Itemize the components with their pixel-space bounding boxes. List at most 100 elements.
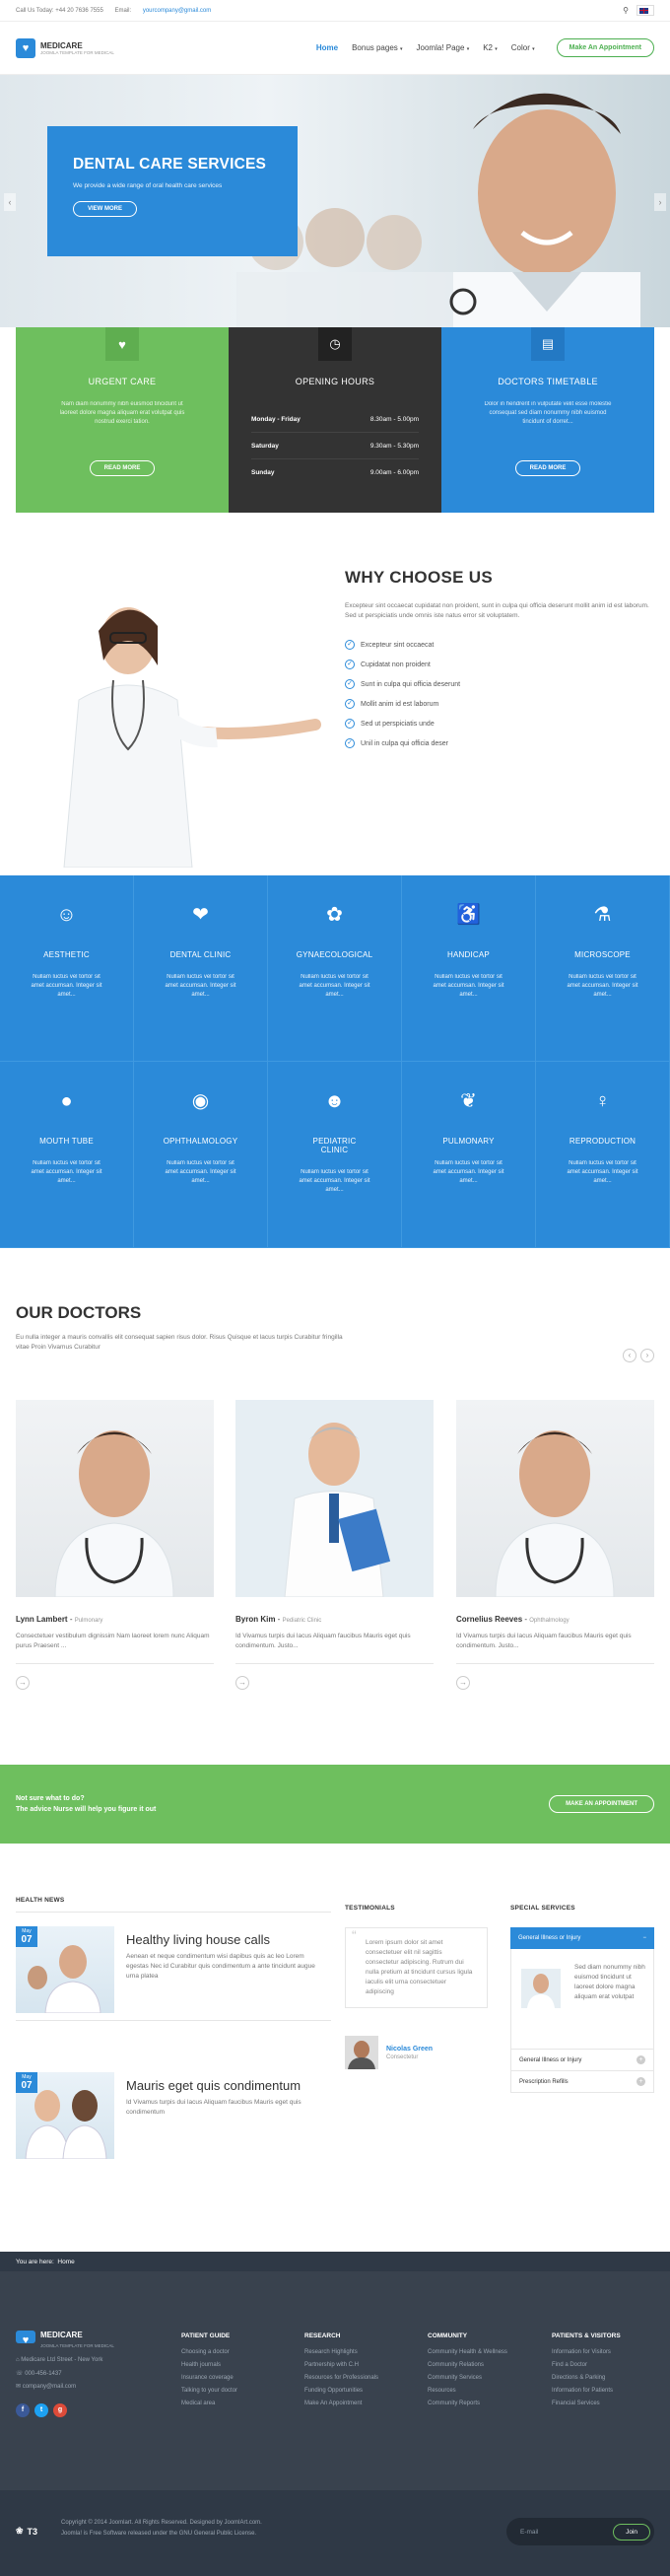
breadcrumb-home[interactable]: Home	[57, 2259, 74, 2265]
head-icon: ●	[60, 1090, 73, 1112]
news-title[interactable]: Mauris eget quis condimentum	[126, 2078, 301, 2093]
accordion-label: General Illness or Injury	[518, 1935, 581, 1941]
nav-color[interactable]: Color ▾	[511, 43, 535, 52]
make-appointment-button[interactable]: Make An Appointment	[556, 38, 654, 57]
doctors-timetable-box: ▤ DOCTORS TIMETABLE Dolor in hendrerit i…	[441, 327, 654, 513]
footer-link[interactable]: Directions & Parking	[552, 2375, 621, 2388]
footer-link[interactable]: Resources	[428, 2388, 507, 2401]
accordion-item[interactable]: General Illness or Injury +	[510, 2050, 654, 2071]
t3-icon: ❀	[16, 2526, 24, 2536]
service-microscope[interactable]: ⚗ MICROSCOPE Nullam luctus vel tortor sit …	[536, 875, 670, 1062]
doctor-name[interactable]: Lynn Lambert	[16, 1615, 68, 1624]
service-dental-clinic[interactable]: ❤ DENTAL CLINIC Nullam luctus vel tortor s…	[134, 875, 268, 1062]
doctor-more-button[interactable]: →	[456, 1676, 470, 1690]
doctor-more-button[interactable]: →	[235, 1676, 249, 1690]
doctor-role: Pulmonary	[74, 1618, 103, 1624]
doctor-photo[interactable]	[235, 1400, 434, 1597]
phone-text: Call Us Today: +44 20 7636 7555	[16, 7, 103, 14]
cta-banner: Not sure what to do? The advice Nurse wi…	[0, 1765, 670, 1844]
logo[interactable]: ♥ MEDICARE JOOMLA TEMPLATE FOR MEDICAL	[16, 37, 114, 58]
service-pediatric-clinic[interactable]: ☻ PEDIATRIC CLINIC Nullam luctus vel torto…	[268, 1062, 402, 1248]
google-plus-icon[interactable]: g	[53, 2403, 67, 2417]
footer-link[interactable]: Health journals	[181, 2362, 237, 2375]
service-handicap[interactable]: ♿ HANDICAP Nullam luctus vel tortor sit am…	[402, 875, 536, 1062]
author-name[interactable]: Nicolas Green	[386, 2046, 433, 2053]
phone-text: 000-456-1437	[25, 2371, 62, 2377]
cta-appointment-button[interactable]: MAKE AN APPOINTMENT	[549, 1795, 654, 1813]
home-icon: ⌂	[16, 2357, 20, 2363]
doctor-more-button[interactable]: →	[16, 1676, 30, 1690]
t3-text: T3	[27, 2526, 38, 2537]
footer-logo[interactable]: ♥ MEDICARE JOOMLA TEMPLATE FOR MEDICAL	[16, 2331, 114, 2348]
service-gynaecological[interactable]: ✿ GYNAECOLOGICAL Nullam luctus vel tortor …	[268, 875, 402, 1062]
news-title[interactable]: Healthy living house calls	[126, 1932, 270, 1947]
footer-link[interactable]: Community Reports	[428, 2401, 507, 2413]
slider-next-arrow[interactable]: ›	[654, 193, 666, 211]
footer-link[interactable]: Research Highlights	[304, 2349, 378, 2362]
doctor-photo[interactable]	[16, 1400, 214, 1597]
footer-link[interactable]: Find a Doctor	[552, 2362, 621, 2375]
hours-day: Saturday	[251, 443, 279, 450]
language-select[interactable]	[636, 5, 654, 16]
nav-home[interactable]: Home	[316, 43, 338, 52]
footer-link[interactable]: Information for Patients	[552, 2388, 621, 2401]
service-aesthetic[interactable]: ☺ AESTHETIC Nullam luctus vel tortor sit a…	[0, 875, 134, 1062]
footer-link[interactable]: Choosing a doctor	[181, 2349, 237, 2362]
service-ophthalmology[interactable]: ◉ OPHTHALMOLOGY Nullam luctus vel tortor s…	[134, 1062, 268, 1248]
footer-link[interactable]: Resources for Professionals	[304, 2375, 378, 2388]
carousel-next-button[interactable]: ›	[640, 1349, 654, 1362]
email-input[interactable]: E-mail	[520, 2529, 538, 2536]
email-text[interactable]: company@mail.com	[23, 2384, 76, 2390]
address-text: Medicare Ltd Street - New York	[21, 2357, 103, 2363]
doctor-portrait	[235, 1400, 434, 1597]
author-avatar	[345, 2036, 378, 2069]
slider-prev-arrow[interactable]: ‹	[4, 193, 16, 211]
search-icon[interactable]: ⚲	[623, 6, 629, 15]
author-role: Consectetur	[386, 2054, 419, 2060]
facebook-icon[interactable]: f	[16, 2403, 30, 2417]
footer-link[interactable]: Partnership with C.H	[304, 2362, 378, 2375]
service-mouth-tube[interactable]: ● MOUTH TUBE Nullam luctus vel tortor sit …	[0, 1062, 134, 1248]
urgent-read-more-button[interactable]: READ MORE	[89, 460, 156, 476]
footer-link[interactable]: Community Health & Wellness	[428, 2349, 507, 2362]
nav-k2-label: K2	[483, 43, 493, 52]
service-reproduction[interactable]: ♀ REPRODUCTION Nullam luctus vel tortor si…	[536, 1062, 670, 1248]
eye-icon: ◉	[191, 1090, 210, 1112]
carousel-prev-button[interactable]: ‹	[623, 1349, 636, 1362]
timetable-read-more-button[interactable]: READ MORE	[514, 460, 581, 476]
accordion-item[interactable]: Prescription Refills +	[510, 2071, 654, 2093]
doctor-name[interactable]: Cornelius Reeves	[456, 1615, 522, 1624]
nav-joomla-page[interactable]: Joomla! Page ▾	[417, 43, 470, 52]
nav-joomla-label: Joomla! Page	[416, 43, 465, 52]
footer-col-title: PATIENT GUIDE	[181, 2332, 231, 2339]
t3-logo[interactable]: ❀ T3	[16, 2526, 37, 2537]
service-thumb	[521, 1969, 561, 2008]
footer-link[interactable]: Make An Appointment	[304, 2401, 378, 2413]
email-link[interactable]: yourcompany@gmail.com	[143, 8, 211, 14]
hero-view-more-button[interactable]: VIEW MORE	[73, 201, 138, 217]
testimonial-quote: “ Lorem ipsum dolor sit amet consectetuer…	[345, 1927, 488, 2008]
service-name: PEDIATRIC CLINIC	[312, 1137, 357, 1154]
accordion-item-active[interactable]: General Illness or Injury −	[510, 1927, 654, 1949]
footer-link[interactable]: Community Relations	[428, 2362, 507, 2375]
footer-link[interactable]: Talking to your doctor	[181, 2388, 237, 2401]
email-label: Email:	[114, 7, 132, 14]
brand-tagline: JOOMLA TEMPLATE FOR MEDICAL	[40, 49, 114, 55]
footer-link[interactable]: Funding Opportunities	[304, 2388, 378, 2401]
nav-k2[interactable]: K2 ▾	[483, 43, 498, 52]
join-button[interactable]: Join	[613, 2523, 650, 2541]
footer-link[interactable]: Information for Visitors	[552, 2349, 621, 2362]
doctor-name[interactable]: Byron Kim	[235, 1615, 275, 1624]
doctor-name-line: Lynn Lambert - Pulmonary	[16, 1615, 103, 1624]
footer-link[interactable]: Financial Services	[552, 2401, 621, 2413]
doctor-photo[interactable]	[456, 1400, 654, 1597]
nav-bonus-pages[interactable]: Bonus pages ▾	[352, 43, 402, 52]
footer-link[interactable]: Insurance coverage	[181, 2375, 237, 2388]
opening-hours-box: ◷ OPENING HOURS Monday - Friday 8.30am - …	[229, 327, 441, 513]
nav-color-label: Color	[510, 43, 530, 52]
service-pulmonary[interactable]: ❦ PULMONARY Nullam luctus vel tortor sit a…	[402, 1062, 536, 1248]
twitter-icon[interactable]: t	[34, 2403, 48, 2417]
footer-link[interactable]: Community Services	[428, 2375, 507, 2388]
heart-logo-icon: ♥	[16, 37, 35, 58]
footer-link[interactable]: Medical area	[181, 2401, 237, 2413]
